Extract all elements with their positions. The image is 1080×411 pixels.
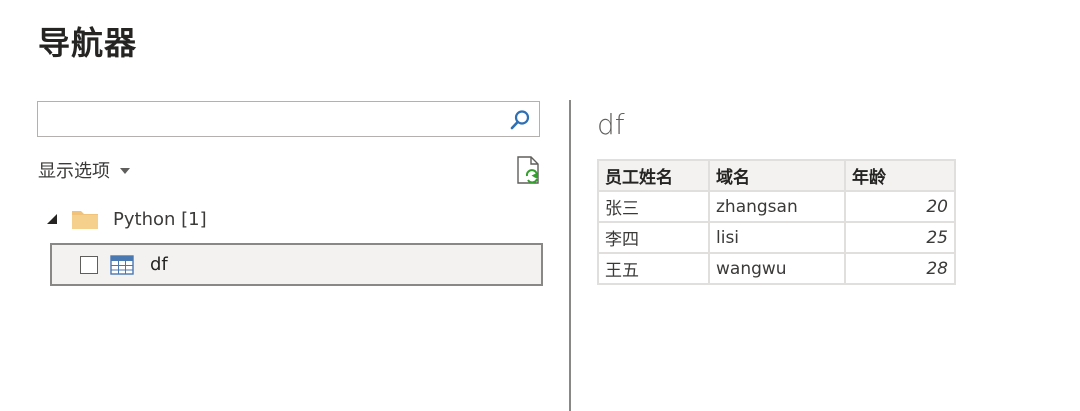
column-header: 年龄 (844, 159, 956, 192)
tree-item-df[interactable]: df (50, 243, 543, 286)
table-row: 张三 zhangsan 20 (597, 190, 956, 223)
tree-folder-label: Python [1] (113, 208, 207, 230)
search-input[interactable] (44, 106, 508, 134)
search-icon[interactable] (509, 109, 531, 131)
table-cell: 李四 (597, 221, 710, 254)
search-box[interactable] (37, 101, 540, 137)
display-options-label: 显示选项 (38, 161, 110, 182)
table-icon (110, 254, 134, 275)
table-cell: 20 (844, 190, 956, 223)
table-cell: 王五 (597, 252, 710, 285)
column-header: 域名 (708, 159, 846, 192)
table-row: 李四 lisi 25 (597, 221, 956, 254)
chevron-down-icon (120, 168, 130, 174)
refresh-icon[interactable] (515, 155, 543, 185)
table-row: 王五 wangwu 28 (597, 252, 956, 285)
table-cell: 25 (844, 221, 956, 254)
df-checkbox[interactable] (80, 255, 98, 274)
table-cell: lisi (708, 221, 846, 254)
table-cell: 张三 (597, 190, 710, 223)
collapse-triangle-icon[interactable] (45, 212, 59, 226)
table-cell: wangwu (708, 252, 846, 285)
table-cell: 28 (844, 252, 956, 285)
preview-table: 员工姓名 域名 年龄 张三 zhangsan 20 李四 lisi 25 王五 … (597, 159, 956, 285)
table-cell: zhangsan (708, 190, 846, 223)
tree-item-label: df (150, 254, 168, 275)
column-header: 员工姓名 (597, 159, 710, 192)
table-header-row: 员工姓名 域名 年龄 (597, 159, 956, 192)
display-options-dropdown[interactable]: 显示选项 (38, 157, 130, 183)
tree-folder-python[interactable]: Python [1] (45, 208, 207, 230)
preview-title: df (597, 108, 625, 141)
pane-divider[interactable] (569, 100, 571, 411)
folder-icon (72, 211, 98, 229)
page-title: 导航器 (38, 24, 138, 62)
